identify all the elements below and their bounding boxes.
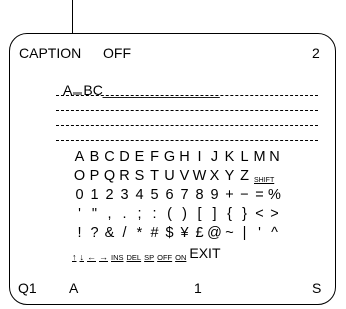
right-arrow-icon[interactable]: →: [99, 252, 108, 262]
char-key[interactable]: }: [237, 206, 252, 223]
char-key[interactable]: ': [72, 206, 87, 223]
char-key[interactable]: =: [252, 187, 267, 204]
char-key[interactable]: 0: [72, 187, 87, 204]
q-indicator: Q1: [18, 280, 37, 296]
char-key[interactable]: ,: [102, 206, 117, 223]
delete-button[interactable]: DEL: [127, 253, 142, 262]
space-button[interactable]: SP: [144, 253, 154, 262]
char-key[interactable]: <: [252, 206, 267, 223]
char-key[interactable]: A: [72, 149, 87, 166]
char-key[interactable]: T: [147, 168, 162, 185]
char-key[interactable]: .: [117, 206, 132, 223]
char-key[interactable]: >: [267, 206, 282, 223]
char-key[interactable]: P: [87, 168, 102, 185]
char-key[interactable]: Q: [102, 168, 117, 185]
char-key[interactable]: 7: [177, 187, 192, 204]
char-key[interactable]: @: [207, 225, 222, 242]
char-key[interactable]: 8: [192, 187, 207, 204]
down-arrow-icon[interactable]: ↓: [80, 252, 85, 262]
char-key[interactable]: H: [177, 149, 192, 166]
char-key[interactable]: V: [177, 168, 192, 185]
char-key[interactable]: L: [237, 149, 252, 166]
char-key[interactable]: C: [102, 149, 117, 166]
char-key[interactable]: *: [132, 225, 147, 242]
char-row-5: ! ? & / * # $ ¥ £ @ ~ | ' ^: [72, 223, 282, 242]
char-key[interactable]: B: [87, 149, 102, 166]
char-key[interactable]: F: [147, 149, 162, 166]
char-key[interactable]: ': [252, 225, 267, 242]
char-key[interactable]: ): [177, 206, 192, 223]
char-key[interactable]: #: [147, 225, 162, 242]
char-row-4: ' " , . ; : ( ) [ ] { } < >: [72, 204, 282, 223]
char-key[interactable]: ?: [87, 225, 102, 242]
up-arrow-icon[interactable]: ↑: [72, 252, 77, 262]
char-key[interactable]: G: [162, 149, 177, 166]
char-key[interactable]: $: [162, 225, 177, 242]
number-indicator: 1: [194, 280, 202, 296]
char-key[interactable]: R: [117, 168, 132, 185]
caption-off-icon[interactable]: OFF: [157, 253, 172, 262]
exit-button[interactable]: EXIT: [189, 245, 220, 262]
blank-caption-line[interactable]: [56, 125, 318, 126]
char-key[interactable]: 5: [147, 187, 162, 204]
blank-caption-line[interactable]: [56, 95, 318, 96]
char-key[interactable]: 3: [117, 187, 132, 204]
control-row: ↑ ↓ ← → INS DEL SP OFF ON EXIT: [72, 242, 282, 262]
char-key[interactable]: J: [207, 149, 222, 166]
char-key[interactable]: {: [222, 206, 237, 223]
char-key[interactable]: K: [222, 149, 237, 166]
char-key[interactable]: :: [147, 206, 162, 223]
caption-label: CAPTION: [19, 45, 82, 61]
char-key[interactable]: ~: [222, 225, 237, 242]
char-key[interactable]: £: [192, 225, 207, 242]
char-key[interactable]: %: [267, 187, 282, 204]
speed-indicator: S: [312, 280, 322, 296]
char-key[interactable]: (: [162, 206, 177, 223]
char-key[interactable]: /: [117, 225, 132, 242]
caption-on-icon[interactable]: ON: [175, 253, 186, 262]
char-key[interactable]: 9: [207, 187, 222, 204]
char-key[interactable]: [: [192, 206, 207, 223]
char-key[interactable]: +: [222, 187, 237, 204]
char-key[interactable]: X: [207, 168, 222, 185]
char-key[interactable]: 6: [162, 187, 177, 204]
char-row-2: O P Q R S T U V W X Y Z SHIFT: [72, 166, 282, 185]
cursor-pointer-line: [72, 0, 73, 34]
char-key[interactable]: |: [237, 225, 252, 242]
character-grid: A B C D E F G H I J K L M N O P Q R S T …: [72, 147, 282, 262]
char-key[interactable]: ": [87, 206, 102, 223]
char-row-3: 0 1 2 3 4 5 6 7 8 9 + − = %: [72, 185, 282, 204]
char-key[interactable]: N: [267, 149, 282, 166]
caption-state: OFF: [103, 45, 131, 61]
page-number: 2: [312, 45, 320, 61]
char-key[interactable]: U: [162, 168, 177, 185]
char-key[interactable]: Y: [222, 168, 237, 185]
char-key[interactable]: ;: [132, 206, 147, 223]
blank-caption-line[interactable]: [56, 110, 318, 111]
char-key[interactable]: 4: [132, 187, 147, 204]
char-key[interactable]: W: [192, 168, 207, 185]
char-key[interactable]: !: [72, 225, 87, 242]
char-key[interactable]: M: [252, 149, 267, 166]
mode-indicator: A: [69, 280, 79, 296]
char-key[interactable]: 2: [102, 187, 117, 204]
char-key[interactable]: &: [102, 225, 117, 242]
char-key[interactable]: Z: [237, 168, 252, 185]
char-key[interactable]: ¥: [177, 225, 192, 242]
char-key[interactable]: ]: [207, 206, 222, 223]
char-key[interactable]: E: [132, 149, 147, 166]
char-key[interactable]: 1: [87, 187, 102, 204]
char-row-1: A B C D E F G H I J K L M N: [72, 147, 282, 166]
char-key[interactable]: ^: [267, 225, 282, 242]
char-key[interactable]: I: [192, 149, 207, 166]
shift-key[interactable]: SHIFT: [252, 176, 276, 185]
insert-button[interactable]: INS: [111, 253, 124, 262]
char-key[interactable]: S: [132, 168, 147, 185]
char-key[interactable]: D: [117, 149, 132, 166]
char-key[interactable]: −: [237, 187, 252, 204]
left-arrow-icon[interactable]: ←: [87, 252, 96, 262]
caption-entry-line[interactable]: A BC_______________: [56, 66, 220, 98]
blank-caption-line[interactable]: [56, 140, 318, 141]
char-key[interactable]: O: [72, 168, 87, 185]
